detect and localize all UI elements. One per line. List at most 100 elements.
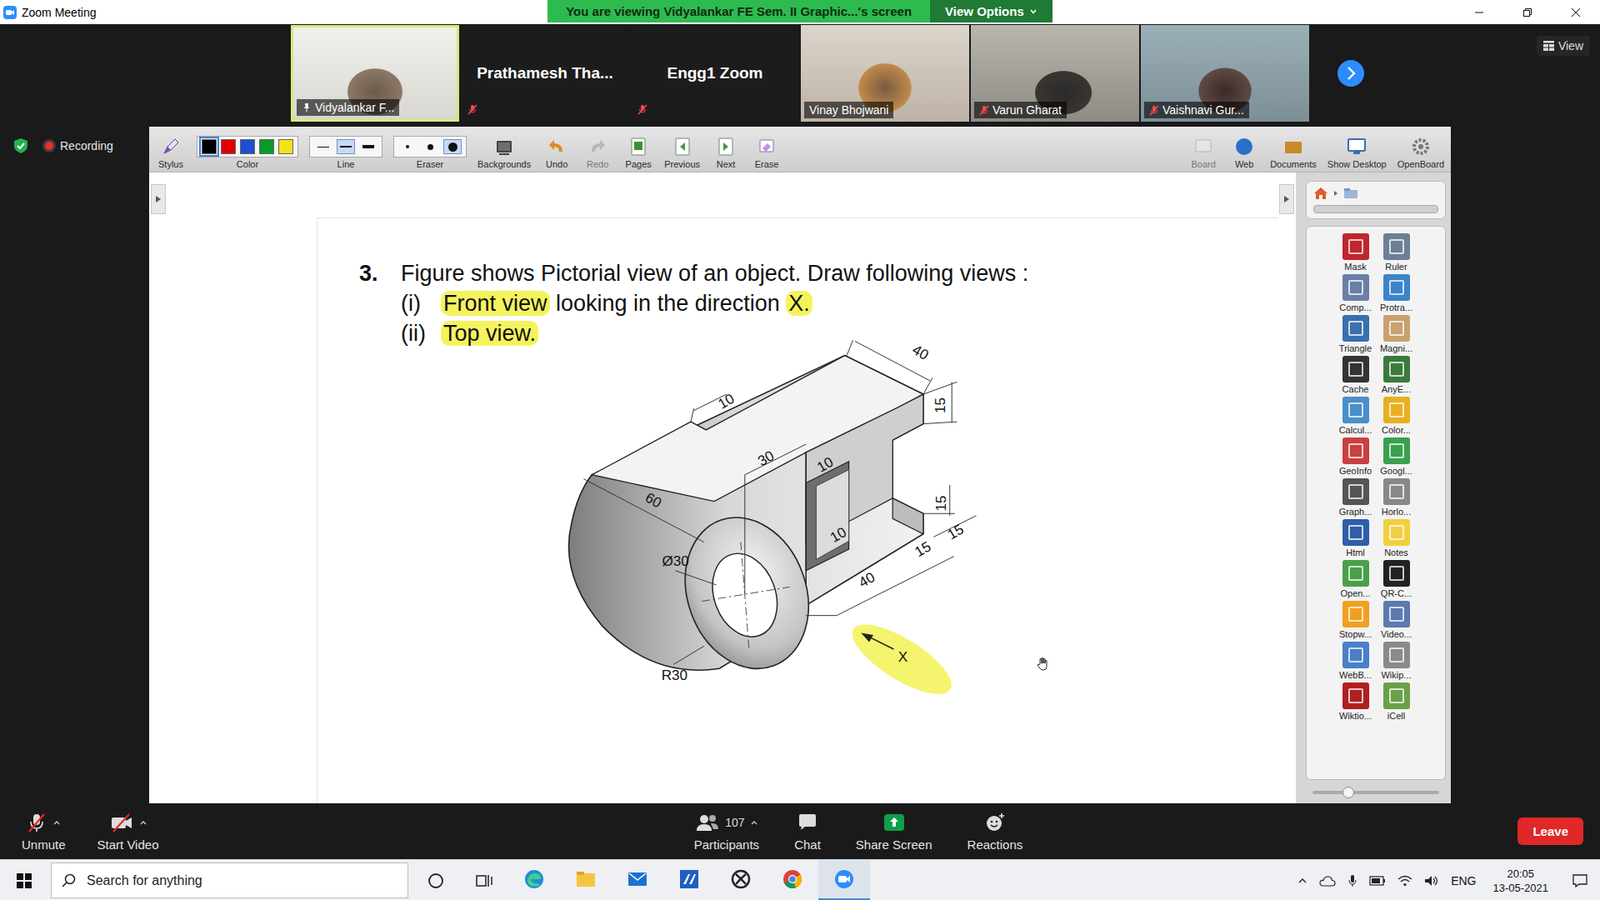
reactions-button[interactable]: Reactions <box>967 810 1024 852</box>
cloud-icon[interactable] <box>1319 875 1336 887</box>
library-tool[interactable]: Horlo... <box>1375 478 1417 520</box>
security-shield-icon[interactable] <box>13 137 29 155</box>
taskbar-app[interactable] <box>508 860 560 900</box>
library-scrollbar[interactable] <box>1313 205 1439 214</box>
toolbar-tool[interactable]: Next <box>710 126 741 172</box>
show-hidden-icons-icon[interactable] <box>1297 876 1308 885</box>
battery-icon[interactable] <box>1369 875 1386 886</box>
color-swatch[interactable] <box>201 139 217 155</box>
next-page-button[interactable] <box>1336 59 1365 88</box>
library-tool[interactable]: Wikip... <box>1375 641 1417 683</box>
view-options-button[interactable]: View Options <box>930 0 1053 23</box>
clock[interactable]: 20:0513-05-2021 <box>1488 866 1555 895</box>
taskbar-app[interactable] <box>663 860 715 900</box>
left-panel-toggle[interactable] <box>150 184 166 215</box>
wifi-icon[interactable] <box>1397 875 1413 887</box>
taskbar-app[interactable] <box>611 860 664 900</box>
color-swatch[interactable] <box>220 139 236 155</box>
toolbar-tool[interactable]: Stylus <box>155 126 186 172</box>
eraser-size-option[interactable] <box>420 139 440 155</box>
chat-button[interactable]: Chat <box>794 810 821 852</box>
participant-tile[interactable]: Varun Gharat <box>970 25 1140 122</box>
line-width-option[interactable] <box>314 139 333 155</box>
toolbar-tool[interactable]: OpenBoard <box>1397 126 1445 172</box>
chevron-up-icon[interactable] <box>52 819 61 826</box>
close-button[interactable] <box>1551 0 1600 25</box>
library-tool[interactable]: Calcul... <box>1335 396 1376 438</box>
library-tool[interactable]: QR-C... <box>1375 560 1417 601</box>
toolbar-tool[interactable]: Redo <box>582 126 613 172</box>
library-tool[interactable]: AnyE... <box>1375 355 1417 397</box>
zoom-slider-knob[interactable] <box>1342 786 1355 799</box>
toolbar-tool[interactable]: Show Desktop <box>1327 126 1387 172</box>
volume-icon[interactable] <box>1424 875 1440 887</box>
library-tool[interactable]: Color... <box>1375 396 1417 438</box>
chevron-up-icon[interactable] <box>139 819 148 826</box>
board-canvas[interactable]: 3.Figure shows Pictorial view of an obje… <box>169 172 1278 804</box>
unmute-button[interactable]: Unmute <box>21 810 66 852</box>
restore-button[interactable] <box>1503 0 1552 25</box>
toolbar-tool[interactable]: Board <box>1188 126 1219 172</box>
toolbar-tool[interactable]: Backgrounds <box>477 126 531 172</box>
color-swatch[interactable] <box>240 139 255 155</box>
zoom-slider[interactable] <box>1305 786 1446 799</box>
chevron-up-icon[interactable] <box>750 819 759 826</box>
taskbar-search[interactable]: Search for anything <box>50 862 409 899</box>
eraser-size-option[interactable] <box>398 139 417 155</box>
library-tool[interactable]: Video... <box>1375 600 1417 642</box>
library-tool[interactable]: Cache <box>1335 355 1376 397</box>
library-tool[interactable]: Html <box>1335 519 1376 560</box>
share-screen-button[interactable]: Share Screen <box>855 810 933 852</box>
minimize-button[interactable] <box>1455 0 1504 25</box>
task-view-button[interactable] <box>460 860 509 900</box>
taskbar-app[interactable] <box>715 860 767 900</box>
toolbar-tool[interactable]: Documents <box>1270 126 1317 172</box>
toolbar-tool[interactable]: Previous <box>664 126 700 172</box>
eraser-size-option[interactable] <box>443 139 462 155</box>
view-button[interactable]: View <box>1536 35 1590 56</box>
start-button[interactable] <box>0 860 49 900</box>
participant-tile[interactable]: Vaishnavi Gur... <box>1140 25 1310 122</box>
toolbar-tool[interactable]: Line <box>309 126 383 172</box>
line-width-option[interactable] <box>359 139 378 155</box>
library-tool[interactable]: Wiktio... <box>1335 682 1376 724</box>
participant-tile[interactable]: Vinay Bhojwani <box>800 25 970 122</box>
toolbar-tool[interactable]: Web <box>1229 126 1260 172</box>
color-swatch[interactable] <box>259 139 275 155</box>
library-tool[interactable]: Protra... <box>1375 274 1417 315</box>
home-icon[interactable] <box>1313 186 1329 200</box>
toolbar-tool[interactable]: Undo <box>541 126 572 172</box>
library-tool[interactable]: GeoInfo <box>1335 437 1376 479</box>
leave-button[interactable]: Leave <box>1517 817 1584 845</box>
participant-tile[interactable]: Prathamesh Tha... <box>460 25 630 122</box>
library-tool[interactable]: Triangle <box>1335 315 1376 356</box>
library-tool[interactable]: Ruler <box>1375 233 1417 275</box>
participant-tile[interactable]: Engg1 Zoom <box>630 25 800 122</box>
taskbar-app[interactable] <box>560 860 612 900</box>
taskbar-app[interactable] <box>766 860 819 900</box>
recording-indicator[interactable]: Recording <box>45 139 114 153</box>
library-tool[interactable]: WebB... <box>1335 641 1376 683</box>
participants-button[interactable]: 107Participants <box>694 810 760 852</box>
library-tool[interactable]: Open... <box>1335 560 1376 601</box>
toolbar-tool[interactable]: Eraser <box>393 126 467 172</box>
line-width-option[interactable] <box>336 139 355 155</box>
toolbar-tool[interactable]: Erase <box>751 126 782 172</box>
input-language[interactable]: ENG <box>1450 874 1476 888</box>
library-tool[interactable]: Mask <box>1335 233 1376 275</box>
library-tool[interactable]: Graph... <box>1335 478 1376 520</box>
library-tool[interactable]: Stopw... <box>1335 600 1376 642</box>
library-tool[interactable]: Comp... <box>1335 274 1376 315</box>
library-tool[interactable]: Magni... <box>1375 315 1417 356</box>
right-panel-toggle[interactable] <box>1279 184 1295 215</box>
library-tool[interactable]: Googl... <box>1375 437 1417 479</box>
taskbar-app[interactable] <box>818 860 870 900</box>
library-tool[interactable]: iCell <box>1375 682 1417 724</box>
microphone-icon[interactable] <box>1347 874 1358 888</box>
toolbar-tool[interactable]: Pages <box>623 126 654 172</box>
cortana-button[interactable] <box>411 860 460 900</box>
start-video-button[interactable]: Start Video <box>97 810 160 852</box>
library-tool[interactable]: Notes <box>1375 519 1417 560</box>
toolbar-tool[interactable]: Color <box>196 126 299 172</box>
folder-icon[interactable] <box>1343 187 1359 200</box>
